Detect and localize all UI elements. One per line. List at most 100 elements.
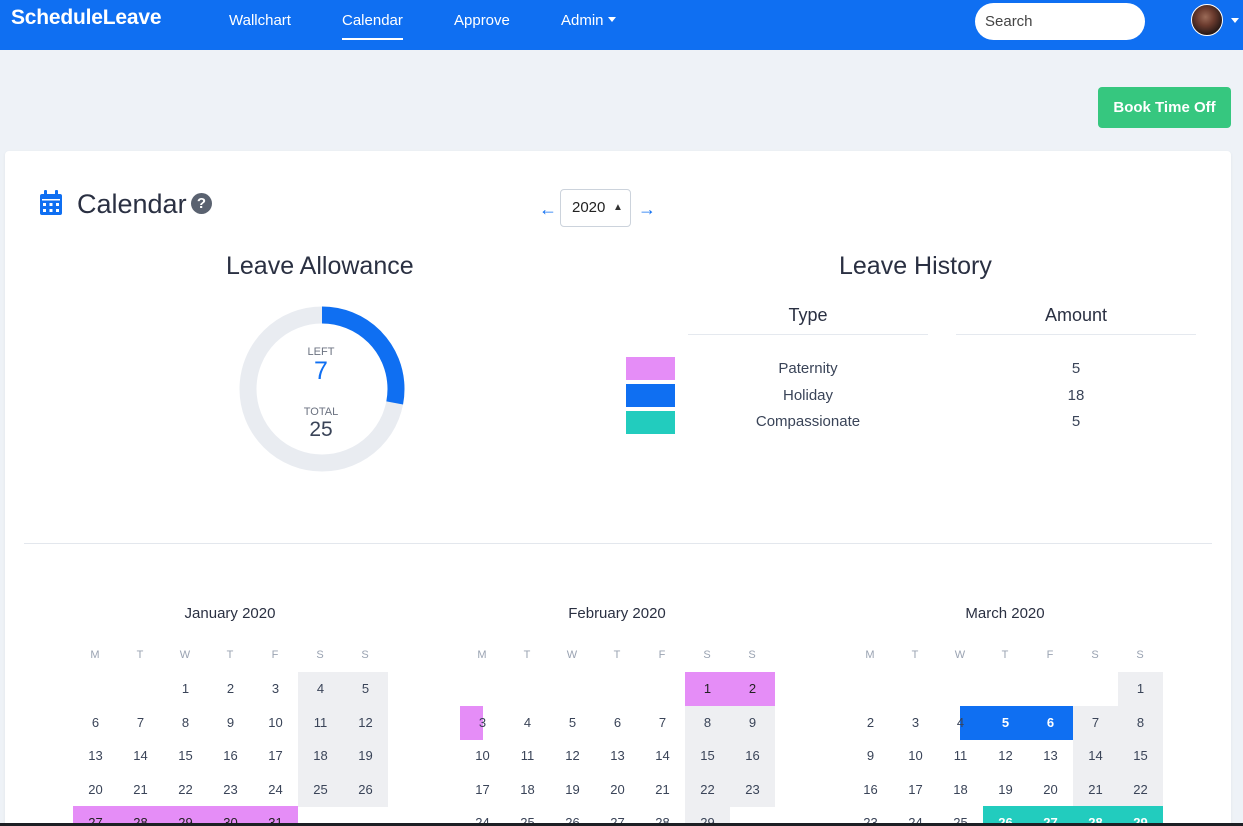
calendar-day[interactable]: 8 [1118, 705, 1163, 740]
calendar-day[interactable]: 23 [208, 773, 253, 807]
calendar-day[interactable]: 14 [118, 739, 163, 773]
calendar-day[interactable]: 15 [685, 739, 730, 774]
calendar-day[interactable]: 8 [163, 706, 208, 740]
calendar-day[interactable]: 4 [298, 672, 343, 706]
calendar-day[interactable]: 9 [848, 739, 893, 773]
calendar-day[interactable]: 20 [1028, 773, 1073, 807]
calendar-day[interactable]: 20 [595, 773, 640, 807]
calendar-day[interactable]: 6 [1028, 705, 1073, 740]
calendar-day[interactable]: 5 [550, 706, 595, 740]
calendar-day[interactable]: 17 [460, 773, 505, 807]
weekday-header: F [1046, 649, 1054, 661]
calendar-day[interactable]: 19 [983, 773, 1028, 807]
calendar-day[interactable]: 23 [730, 772, 775, 807]
calendar-day[interactable]: 15 [1118, 739, 1163, 774]
prev-year-arrow-icon[interactable]: ← [539, 199, 557, 220]
day-number: 10 [268, 714, 283, 730]
calendar-day[interactable]: 11 [938, 739, 983, 773]
day-number: 10 [908, 748, 923, 764]
calendar-day[interactable]: 6 [595, 706, 640, 740]
year-select[interactable]: 2020 ▲ [560, 189, 631, 227]
nav-wallchart[interactable]: Wallchart [229, 12, 291, 30]
day-number: 8 [1136, 714, 1145, 730]
calendar-day[interactable]: 2 [730, 672, 775, 706]
calendar-day[interactable]: 12 [343, 705, 388, 740]
calendar-day[interactable]: 1 [163, 672, 208, 706]
calendar-day[interactable]: 19 [550, 773, 595, 807]
calendar-day[interactable]: 22 [685, 772, 730, 807]
calendar-day[interactable]: 13 [1028, 739, 1073, 773]
calendar-day[interactable]: 17 [893, 773, 938, 807]
calendar-day[interactable]: 9 [730, 705, 775, 740]
month-title: January 2020 [184, 605, 276, 622]
calendar-day[interactable]: 12 [983, 739, 1028, 773]
search-input[interactable] [975, 3, 1145, 40]
calendar-day[interactable]: 1 [1118, 672, 1163, 706]
calendar-day[interactable]: 20 [73, 773, 118, 807]
calendar-day[interactable]: 21 [640, 773, 685, 807]
calendar-day[interactable]: 22 [163, 773, 208, 807]
calendar-day[interactable]: 4 [505, 706, 550, 740]
calendar-day[interactable]: 2 [208, 672, 253, 706]
calendar-day[interactable]: 19 [343, 739, 388, 774]
header-underline [956, 334, 1196, 335]
calendar-day[interactable]: 2 [848, 706, 893, 740]
calendar-day[interactable]: 14 [640, 739, 685, 773]
day-number: 3 [911, 714, 920, 730]
calendar-day[interactable]: 12 [550, 739, 595, 773]
calendar-day[interactable]: 14 [1073, 739, 1118, 774]
book-time-off-button[interactable]: Book Time Off [1098, 87, 1231, 128]
help-icon[interactable]: ? [191, 193, 212, 214]
calendar-day[interactable]: 7 [640, 706, 685, 740]
calendar-day[interactable]: 7 [118, 706, 163, 740]
calendar-day[interactable]: 3 [893, 706, 938, 740]
day-number: 24 [268, 781, 283, 797]
avatar[interactable] [1191, 4, 1223, 36]
calendar-day[interactable]: 18 [298, 739, 343, 774]
nav-approve[interactable]: Approve [454, 12, 510, 30]
history-amount-holiday: 18 [1067, 387, 1085, 404]
calendar-day[interactable]: 16 [208, 739, 253, 773]
calendar-day[interactable]: 5 [343, 672, 388, 706]
calendar-day[interactable]: 10 [253, 706, 298, 740]
nav-admin[interactable]: Admin [561, 12, 616, 30]
calendar-day[interactable]: 22 [1118, 772, 1163, 807]
calendar-day[interactable]: 13 [73, 739, 118, 773]
calendar-day[interactable]: 3 [253, 672, 298, 706]
calendar-day[interactable]: 15 [163, 739, 208, 773]
calendar-day[interactable]: 17 [253, 739, 298, 773]
calendar-day[interactable]: 25 [298, 772, 343, 807]
calendar-day[interactable]: 21 [1073, 772, 1118, 807]
calendar-day[interactable]: 18 [505, 773, 550, 807]
next-year-arrow-icon[interactable]: → [638, 199, 656, 220]
nav-calendar[interactable]: Calendar [342, 12, 403, 40]
calendar-day[interactable]: 4 [938, 705, 983, 740]
calendar-day[interactable]: 16 [730, 739, 775, 774]
calendar-day[interactable]: 3 [460, 705, 505, 740]
weekday-header: M [90, 649, 100, 661]
calendar-day[interactable]: 10 [893, 739, 938, 773]
weekday-header: T [136, 649, 144, 661]
calendar-day[interactable]: 24 [253, 773, 298, 807]
calendar-day[interactable]: 11 [505, 739, 550, 773]
calendar-day[interactable]: 10 [460, 739, 505, 773]
calendar-day[interactable]: 9 [208, 706, 253, 740]
calendar-day[interactable]: 13 [595, 739, 640, 773]
calendar-day[interactable]: 1 [685, 672, 730, 706]
calendar-day[interactable]: 18 [938, 773, 983, 807]
brand-logo[interactable]: ScheduleLeave [11, 6, 162, 30]
calendar-day[interactable]: 11 [298, 705, 343, 740]
history-type-compassionate: Compassionate [755, 413, 861, 430]
calendar-day[interactable]: 6 [73, 706, 118, 740]
day-number: 3 [271, 681, 280, 696]
day-number: 15 [178, 748, 193, 764]
calendar-day[interactable]: 7 [1073, 705, 1118, 740]
calendar-day[interactable]: 26 [343, 772, 388, 807]
calendar-day[interactable]: 5 [983, 705, 1028, 740]
calendar-day[interactable]: 16 [848, 773, 893, 807]
user-menu-chevron-icon[interactable] [1231, 18, 1239, 23]
calendar-day[interactable]: 8 [685, 705, 730, 740]
day-number: 1 [1136, 681, 1145, 696]
calendar-day[interactable]: 21 [118, 773, 163, 807]
day-number: 16 [745, 748, 760, 764]
